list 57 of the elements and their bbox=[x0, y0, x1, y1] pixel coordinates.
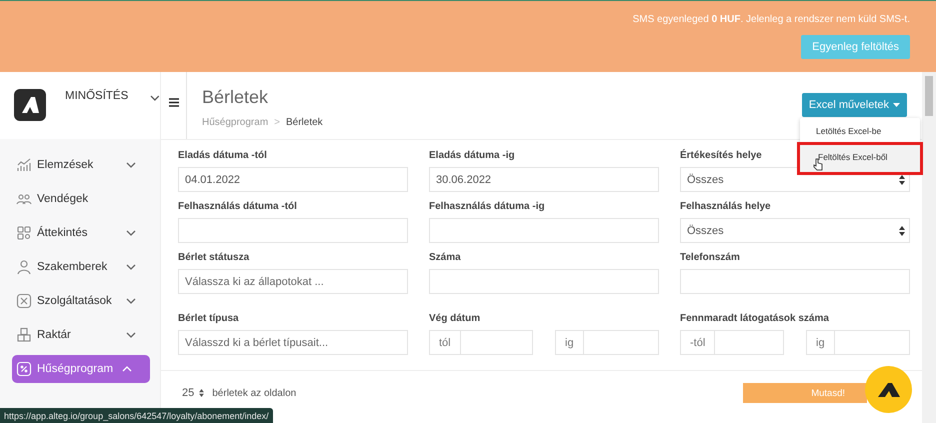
caret-icon bbox=[893, 103, 900, 107]
chevron-down-icon[interactable] bbox=[150, 95, 160, 101]
input-field[interactable] bbox=[178, 218, 408, 243]
field-label: Felhasználás helye bbox=[680, 201, 771, 214]
per-page-select[interactable]: 25 bbox=[178, 385, 208, 401]
input-field[interactable]: Válasszd ki a bérlet típusait... bbox=[178, 330, 408, 355]
logo-icon bbox=[876, 382, 902, 398]
field-label: Vég dátum bbox=[429, 313, 480, 326]
range-to-field[interactable]: ig bbox=[806, 330, 910, 355]
sort-arrows-icon bbox=[899, 226, 905, 236]
range-from-field[interactable]: -tól bbox=[680, 330, 784, 355]
sidebar-item[interactable]: Raktár bbox=[12, 321, 150, 348]
range-from-field[interactable]: tól bbox=[429, 330, 533, 355]
sort-arrows-icon bbox=[199, 389, 204, 397]
scrollbar[interactable] bbox=[922, 72, 936, 423]
sidebar-item[interactable]: Vendégek bbox=[12, 185, 150, 212]
per-page-label: bérletek az oldalon bbox=[212, 388, 296, 398]
input-field[interactable]: 30.06.2022 bbox=[429, 167, 659, 192]
page-title: Bérletek bbox=[202, 87, 270, 108]
brand-name: MINŐSÍTÉS bbox=[65, 90, 128, 102]
menu-item[interactable]: Feltöltés Excel-ből bbox=[800, 145, 920, 172]
help-button[interactable] bbox=[865, 366, 912, 413]
breadcrumb-current: Bérletek bbox=[286, 117, 323, 128]
field-label: Telefonszám bbox=[680, 252, 740, 265]
input-field[interactable]: Válassza ki az állapotokat ... bbox=[178, 269, 408, 294]
field-label: Felhasználás dátuma -ig bbox=[429, 201, 545, 214]
boxes-icon bbox=[16, 326, 32, 342]
sidebar-item[interactable]: Szolgáltatások bbox=[12, 287, 150, 314]
sidebar-item[interactable]: Szakemberek bbox=[12, 253, 150, 280]
sort-arrows-icon bbox=[899, 174, 905, 184]
field-label: Bérlet státusza bbox=[178, 252, 250, 265]
field-label: Eladás dátuma -ig bbox=[429, 150, 515, 163]
person-icon bbox=[16, 258, 32, 274]
field-label: Értékesítés helye bbox=[680, 150, 762, 163]
input-field[interactable]: 04.01.2022 bbox=[178, 167, 408, 192]
field-label: Száma bbox=[429, 252, 461, 265]
percent-icon bbox=[16, 361, 32, 377]
field-label: Fennmaradt látogatások száma bbox=[680, 313, 829, 326]
logo-icon bbox=[14, 89, 46, 121]
field-label: Bérlet típusa bbox=[178, 313, 239, 326]
field-label: Felhasználás dátuma -tól bbox=[178, 201, 297, 214]
sidebar-item[interactable]: Elemzések bbox=[12, 151, 150, 178]
status-url: https://app.alteg.io/group_salons/642547/loyalty/abonement/index/ bbox=[0, 408, 273, 423]
sidebar-item[interactable]: Áttekintés bbox=[12, 219, 150, 246]
input-field[interactable] bbox=[429, 218, 659, 243]
sidebar-item[interactable]: Hűségprogram bbox=[12, 355, 150, 383]
input-field[interactable] bbox=[429, 269, 659, 294]
select-field[interactable]: Összes bbox=[680, 218, 910, 243]
grid-icon bbox=[16, 224, 32, 240]
breadcrumb-separator: > bbox=[274, 117, 280, 128]
menu-icon[interactable] bbox=[168, 98, 178, 107]
menu-item[interactable]: Letöltés Excel-be bbox=[800, 118, 920, 145]
input-field[interactable] bbox=[680, 269, 910, 294]
sms-balance-text: SMS egyenleged 0 HUF. Jelenleg a rendszer nem küld SMS-t. bbox=[632, 14, 910, 25]
range-to-field[interactable]: ig bbox=[555, 330, 659, 355]
field-label: Eladás dátuma -tól bbox=[178, 150, 267, 163]
chart-icon bbox=[16, 156, 32, 172]
